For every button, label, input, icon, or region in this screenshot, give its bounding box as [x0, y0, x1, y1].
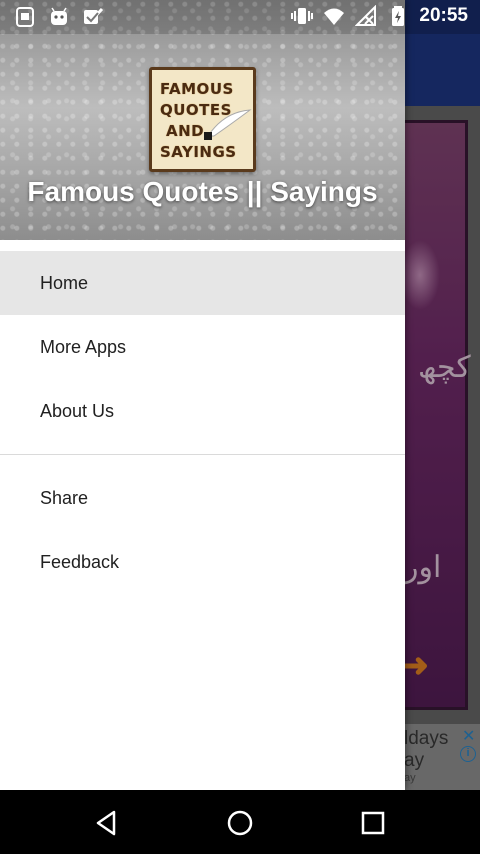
no-signal-icon — [355, 5, 377, 26]
status-bar: 20:55 — [0, 0, 480, 34]
clock-time: 20:55 — [419, 5, 468, 26]
menu-item-home[interactable]: Home — [0, 251, 405, 315]
menu-divider — [0, 454, 405, 455]
drawer-header: FAMOUS QUOTES AND SAYINGS Famous Quotes … — [0, 0, 405, 240]
drawer-scrim[interactable] — [405, 0, 480, 790]
back-icon[interactable] — [92, 808, 122, 838]
navigation-drawer: FAMOUS QUOTES AND SAYINGS Famous Quotes … — [0, 0, 405, 790]
recents-icon[interactable] — [358, 808, 388, 838]
quill-icon — [204, 109, 252, 140]
logo-line-1: FAMOUS — [160, 80, 234, 98]
vibrate-icon — [291, 8, 314, 24]
home-icon[interactable] — [225, 808, 255, 838]
menu-item-more-apps[interactable]: More Apps — [0, 315, 405, 379]
checkbox-icon — [84, 7, 104, 24]
menu-item-share[interactable]: Share — [0, 466, 405, 530]
drawer-title: Famous Quotes || Sayings — [27, 176, 378, 207]
android-icon — [51, 7, 67, 25]
app-logo: FAMOUS QUOTES AND SAYINGS — [149, 67, 256, 172]
wifi-icon — [324, 8, 345, 25]
system-nav-bar — [0, 790, 480, 854]
battery-icon — [392, 6, 405, 26]
drawer-menu: Home More Apps About Us Share Feedback — [0, 251, 405, 594]
menu-item-about-us[interactable]: About Us — [0, 379, 405, 443]
menu-item-feedback[interactable]: Feedback — [0, 530, 405, 594]
logo-line-3: AND — [166, 122, 205, 140]
screenshot-icon — [16, 7, 34, 27]
